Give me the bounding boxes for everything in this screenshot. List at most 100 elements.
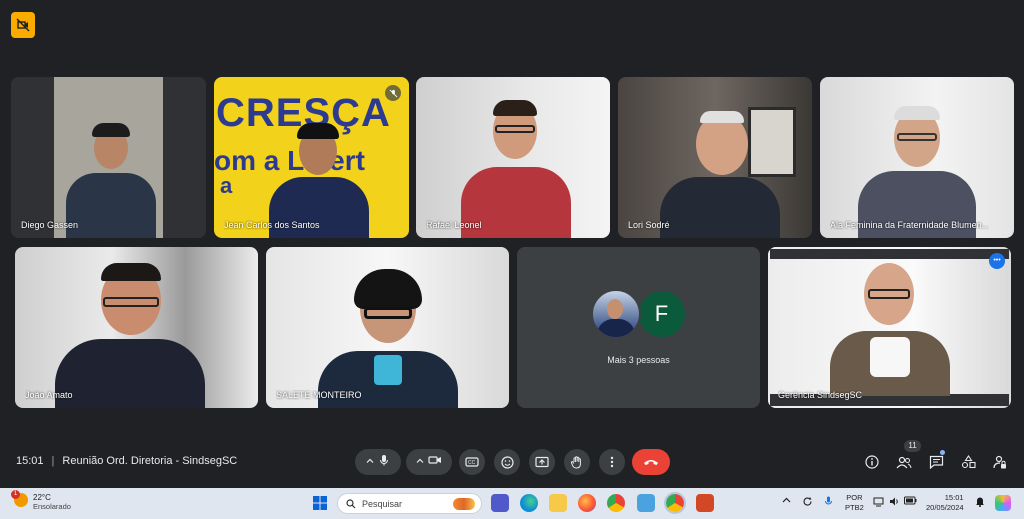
- separator: |: [51, 455, 55, 467]
- others-label: Mais 3 pessoas: [607, 355, 670, 365]
- language-code: POR: [846, 493, 863, 502]
- network-icon[interactable]: [873, 496, 884, 509]
- participant-tile[interactable]: CRESÇA om a Libert a Jean Carlos dos San…: [214, 77, 409, 238]
- notification-bell-icon[interactable]: [975, 496, 985, 509]
- info-icon: [865, 455, 879, 469]
- firefox-icon[interactable]: [578, 494, 596, 512]
- participant-name: Rafael Leonel: [426, 220, 482, 230]
- svg-text:CC: CC: [468, 460, 476, 466]
- participant-tile[interactable]: SALETE MONTEIRO: [266, 247, 509, 408]
- participant-avatar: [590, 289, 641, 339]
- video-off-badge-icon[interactable]: [11, 12, 35, 38]
- meeting-title: Reunião Ord. Diretoria - SindsegSC: [62, 455, 238, 467]
- file-explorer-icon[interactable]: [549, 494, 567, 512]
- keyboard-layout: PTB2: [845, 503, 864, 512]
- chrome-active-icon[interactable]: [664, 492, 686, 514]
- participant-video: [858, 106, 976, 238]
- clock-date: 20/05/2024: [926, 503, 964, 512]
- weather-badge: 1: [11, 490, 20, 499]
- present-screen-icon: [535, 456, 549, 468]
- others-tile[interactable]: F Mais 3 pessoas: [517, 247, 760, 408]
- start-windows-icon[interactable]: [311, 494, 329, 512]
- search-icon: [346, 498, 356, 508]
- windows-taskbar: 1 22°C Ensolarado Pesquisar POR PTB2 15:…: [0, 488, 1024, 519]
- participant-name: João Amato: [25, 390, 73, 400]
- participant-video: [66, 123, 156, 238]
- participant-name: Ala Feminina da Fraternidade Blumen...: [830, 220, 990, 230]
- captions-button[interactable]: CC: [459, 449, 485, 475]
- participant-tile[interactable]: João Amato: [15, 247, 258, 408]
- sun-icon: 1: [11, 490, 28, 507]
- shapes-icon: [961, 455, 976, 469]
- system-clock[interactable]: 15:01 20/05/2024: [926, 493, 964, 513]
- notification-dot: [940, 450, 945, 455]
- search-placeholder: Pesquisar: [362, 498, 403, 509]
- participant-video: [830, 259, 950, 396]
- participant-tile[interactable]: Lori Sodré: [618, 77, 812, 238]
- chevron-up-icon[interactable]: [416, 457, 424, 467]
- participant-tile-active[interactable]: ••• Gerência SindsegSC: [768, 247, 1011, 408]
- microphone-icon[interactable]: [378, 453, 390, 471]
- participant-video: [55, 263, 205, 408]
- avatar-letter: F: [654, 301, 669, 326]
- meeting-details-button[interactable]: [862, 452, 882, 472]
- more-options-button[interactable]: [599, 449, 625, 475]
- edge-icon[interactable]: [520, 494, 538, 512]
- mic-off-icon: [385, 85, 401, 101]
- search-highlight-icon: [453, 497, 475, 510]
- emoji-icon: [500, 455, 514, 469]
- raise-hand-button[interactable]: [564, 449, 590, 475]
- more-options-button[interactable]: •••: [989, 253, 1005, 269]
- more-vert-icon: [610, 456, 614, 468]
- powerpoint-icon[interactable]: [696, 494, 714, 512]
- participant-name: Diego Gassen: [21, 220, 79, 230]
- notepad-icon[interactable]: [637, 494, 655, 512]
- participant-video: [318, 269, 458, 408]
- participant-avatar: F: [636, 289, 687, 339]
- participant-name: Lori Sodré: [628, 220, 670, 230]
- participant-name: Jean Carlos dos Santos: [224, 220, 320, 230]
- weather-condition: Ensolarado: [33, 502, 71, 511]
- banner-text: a: [220, 173, 233, 198]
- input-language[interactable]: POR PTB2: [845, 493, 864, 513]
- weather-widget[interactable]: 1 22°C Ensolarado: [11, 490, 71, 511]
- host-controls-button[interactable]: [990, 452, 1010, 472]
- chat-button[interactable]: [926, 450, 946, 472]
- meeting-time: 15:01: [16, 455, 44, 467]
- taskbar-search[interactable]: Pesquisar: [337, 493, 482, 514]
- clock-time: 15:01: [944, 493, 964, 502]
- battery-icon[interactable]: [904, 496, 917, 507]
- sync-icon[interactable]: [802, 496, 813, 509]
- participant-name: Gerência SindsegSC: [778, 390, 863, 400]
- people-button[interactable]: [894, 452, 914, 472]
- copilot-icon[interactable]: [995, 495, 1011, 511]
- camera-off-icon[interactable]: [428, 453, 442, 471]
- microphone-icon[interactable]: [824, 496, 833, 509]
- participants-count-badge: 11: [904, 440, 921, 452]
- closed-captions-icon: CC: [465, 457, 479, 467]
- present-screen-button[interactable]: [529, 449, 555, 475]
- chrome-icon[interactable]: [607, 494, 625, 512]
- volume-icon[interactable]: [889, 496, 900, 509]
- reactions-button[interactable]: [494, 449, 520, 475]
- people-icon: [896, 456, 912, 468]
- chat-icon: [929, 455, 943, 469]
- activities-button[interactable]: [958, 452, 978, 472]
- participant-tile[interactable]: Rafael Leonel: [416, 77, 610, 238]
- lock-person-icon: [993, 455, 1006, 468]
- hand-icon: [571, 455, 581, 469]
- participant-video: [660, 111, 780, 238]
- phone-hangup-icon: [644, 460, 658, 465]
- chevron-up-icon[interactable]: [782, 496, 791, 507]
- chevron-up-icon[interactable]: [366, 457, 374, 467]
- audio-control[interactable]: [355, 449, 401, 475]
- video-control[interactable]: [406, 449, 452, 475]
- participant-tile[interactable]: Diego Gassen: [11, 77, 206, 238]
- meeting-info: 15:01 | Reunião Ord. Diretoria - Sindseg…: [16, 455, 237, 467]
- participant-tile[interactable]: Ala Feminina da Fraternidade Blumen...: [820, 77, 1014, 238]
- participant-name: SALETE MONTEIRO: [276, 390, 362, 400]
- participant-video: [461, 100, 571, 238]
- temperature: 22°C: [33, 493, 51, 502]
- teams-icon[interactable]: [491, 494, 509, 512]
- leave-call-button[interactable]: [632, 449, 670, 475]
